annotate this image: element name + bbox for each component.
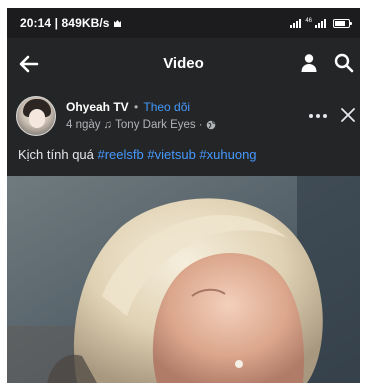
screen: 20:14 | 849KB/s 46 Video Ohyeah TV • The… <box>7 8 360 383</box>
video-frame <box>7 176 360 383</box>
app-bar: Video <box>7 38 360 90</box>
status-time: 20:14 | 849KB/s <box>20 16 110 30</box>
search-icon[interactable] <box>333 52 355 74</box>
meta-separator: · <box>198 119 203 131</box>
signal-icon <box>290 18 302 28</box>
music-title[interactable]: Tony Dark Eyes <box>115 119 196 131</box>
caption-text: Kịch tính quá <box>18 147 98 162</box>
close-icon[interactable] <box>340 107 356 123</box>
hashtag-xuhuong[interactable]: #xuhuong <box>199 147 256 162</box>
author-line: Ohyeah TV • Theo dõi <box>66 100 190 114</box>
music-note-icon: ♫ <box>103 119 113 131</box>
post-header: Ohyeah TV • Theo dõi 4 ngày ♫ Tony Dark … <box>7 90 360 176</box>
more-options-button[interactable] <box>309 112 327 120</box>
follow-link[interactable]: Theo dõi <box>143 100 190 114</box>
author-separator: • <box>134 100 139 114</box>
battery-level <box>335 21 345 26</box>
author-name[interactable]: Ohyeah TV <box>66 100 129 114</box>
status-indicators: 46 <box>290 18 352 28</box>
network-type-icon: 46 <box>305 18 312 24</box>
globe-icon <box>206 120 215 130</box>
person-icon[interactable] <box>298 52 320 74</box>
post-age[interactable]: 4 ngày <box>66 119 101 131</box>
avatar[interactable] <box>16 96 56 136</box>
status-bar: 20:14 | 849KB/s 46 <box>7 8 360 38</box>
post-caption: Kịch tính quá #reelsfb #vietsub #xuhuong <box>18 147 257 162</box>
notification-icon <box>113 19 121 27</box>
battery-icon <box>333 19 352 28</box>
signal-icon-2 <box>315 18 326 28</box>
post-meta: 4 ngày ♫ Tony Dark Eyes · <box>66 119 216 131</box>
video-player[interactable] <box>7 176 360 383</box>
hashtag-vietsub[interactable]: #vietsub <box>147 147 195 162</box>
hashtag-reelsfb[interactable]: #reelsfb <box>98 147 144 162</box>
